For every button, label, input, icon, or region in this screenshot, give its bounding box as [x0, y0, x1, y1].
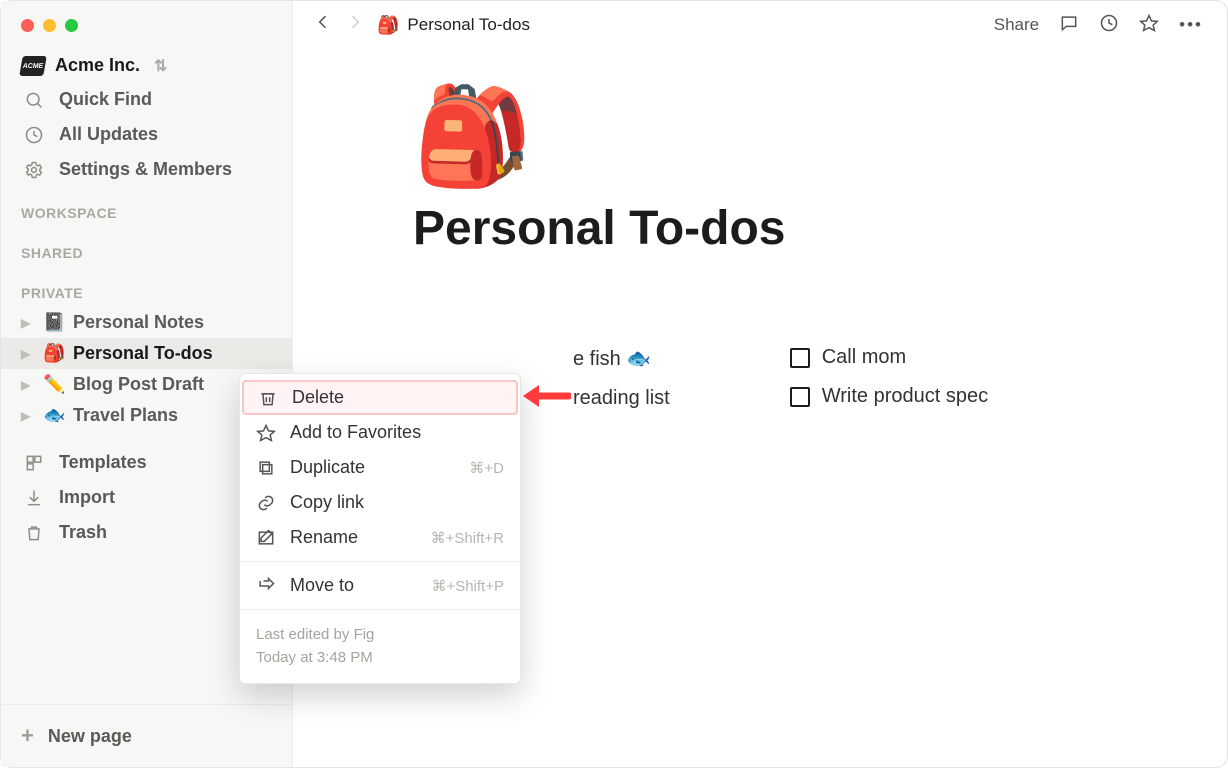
- breadcrumb-title: Personal To-dos: [407, 15, 530, 35]
- sidebar-all-updates-label: All Updates: [59, 124, 158, 145]
- menu-item-favorite[interactable]: Add to Favorites: [240, 415, 520, 450]
- chevron-updown-icon: ⇅: [154, 56, 167, 76]
- menu-item-duplicate[interactable]: Duplicate ⌘+D: [240, 450, 520, 485]
- chevron-right-icon[interactable]: ▶: [21, 347, 35, 361]
- menu-item-label: Copy link: [290, 492, 364, 513]
- move-icon: [256, 576, 276, 596]
- sidebar-page-personal-notes[interactable]: ▶ 📓 Personal Notes: [1, 307, 292, 338]
- todo-item[interactable]: Write product spec: [790, 385, 988, 408]
- chevron-right-icon[interactable]: ▶: [21, 409, 35, 423]
- chevron-right-icon[interactable]: ▶: [21, 316, 35, 330]
- sidebar-import-label: Import: [59, 487, 115, 508]
- breadcrumb[interactable]: 🎒 Personal To-dos: [377, 15, 530, 36]
- todo-item[interactable]: Call mom: [790, 346, 988, 369]
- sidebar-page-label: Blog Post Draft: [73, 374, 204, 395]
- todo-label: reading list: [573, 387, 670, 410]
- comments-icon[interactable]: [1055, 9, 1083, 42]
- close-window-icon[interactable]: [21, 19, 34, 32]
- clock-icon: [23, 125, 45, 145]
- todo-label: e fish 🐟: [573, 346, 651, 371]
- menu-item-delete[interactable]: Delete: [242, 380, 518, 415]
- workspace-logo-icon: ACME: [19, 56, 47, 76]
- sidebar-page-label: Personal Notes: [73, 312, 204, 333]
- star-icon: [256, 423, 276, 443]
- sidebar-page-label: Travel Plans: [73, 405, 178, 426]
- checkbox[interactable]: [790, 387, 810, 407]
- new-page-label: New page: [48, 726, 132, 747]
- backpack-icon: 🎒: [377, 15, 399, 36]
- menu-item-shortcut: ⌘+D: [469, 459, 504, 477]
- new-page-button[interactable]: + New page: [1, 704, 292, 767]
- menu-item-shortcut: ⌘+Shift+P: [431, 577, 504, 595]
- sidebar-quick-find-label: Quick Find: [59, 89, 152, 110]
- trash-icon: [23, 523, 45, 543]
- backpack-icon: 🎒: [43, 343, 65, 364]
- todo-item[interactable]: e fish 🐟: [573, 346, 670, 371]
- menu-item-label: Duplicate: [290, 457, 365, 478]
- menu-meta-editor: Last edited by Fig: [256, 624, 504, 647]
- more-icon[interactable]: •••: [1175, 11, 1207, 39]
- annotation-arrow-icon: [521, 381, 571, 411]
- trash-icon: [258, 388, 278, 408]
- sidebar-section-shared[interactable]: SHARED: [1, 227, 292, 267]
- sidebar-settings[interactable]: Settings & Members: [1, 152, 292, 187]
- menu-item-label: Add to Favorites: [290, 422, 421, 443]
- fish-icon: 🐟: [43, 405, 65, 426]
- window-controls: [1, 1, 292, 49]
- share-button[interactable]: Share: [990, 11, 1043, 39]
- menu-item-move-to[interactable]: Move to ⌘+Shift+P: [240, 568, 520, 603]
- favorite-icon[interactable]: [1135, 9, 1163, 42]
- back-button[interactable]: [313, 12, 333, 38]
- page-title[interactable]: Personal To-dos: [413, 201, 1147, 256]
- pencil-icon: ✏️: [43, 374, 65, 395]
- menu-item-shortcut: ⌘+Shift+R: [431, 529, 504, 547]
- sidebar-page-label: Personal To-dos: [73, 343, 213, 364]
- notebook-icon: 📓: [43, 312, 65, 333]
- todo-label: Call mom: [822, 346, 906, 369]
- todo-column-left: e fish 🐟 reading list: [573, 346, 670, 410]
- gear-icon: [23, 160, 45, 180]
- menu-separator: [240, 561, 520, 562]
- menu-item-label: Move to: [290, 575, 354, 596]
- link-icon: [256, 493, 276, 513]
- menu-separator: [240, 609, 520, 610]
- checkbox[interactable]: [790, 348, 810, 368]
- download-icon: [23, 488, 45, 508]
- templates-icon: [23, 453, 45, 473]
- todo-item[interactable]: reading list: [573, 387, 670, 410]
- sidebar-templates-label: Templates: [59, 452, 147, 473]
- topbar: 🎒 Personal To-dos Share •••: [293, 1, 1227, 49]
- page-emoji[interactable]: 🎒: [413, 89, 1147, 185]
- rename-icon: [256, 528, 276, 548]
- todo-column-right: Call mom Write product spec: [790, 346, 988, 410]
- menu-meta-time: Today at 3:48 PM: [256, 647, 504, 670]
- menu-item-label: Delete: [292, 387, 344, 408]
- sidebar-settings-label: Settings & Members: [59, 159, 232, 180]
- sidebar-page-personal-todos[interactable]: ▶ 🎒 Personal To-dos: [1, 338, 292, 369]
- sidebar-section-private[interactable]: PRIVATE: [1, 267, 292, 307]
- chevron-right-icon[interactable]: ▶: [21, 378, 35, 392]
- minimize-window-icon[interactable]: [43, 19, 56, 32]
- duplicate-icon: [256, 458, 276, 478]
- forward-button[interactable]: [345, 12, 365, 38]
- menu-item-label: Rename: [290, 527, 358, 548]
- menu-meta: Last edited by Fig Today at 3:48 PM: [240, 616, 520, 679]
- maximize-window-icon[interactable]: [65, 19, 78, 32]
- menu-item-rename[interactable]: Rename ⌘+Shift+R: [240, 520, 520, 555]
- page-context-menu: Delete Add to Favorites Duplicate ⌘+D Co…: [239, 373, 521, 684]
- updates-icon[interactable]: [1095, 9, 1123, 42]
- sidebar-trash-label: Trash: [59, 522, 107, 543]
- workspace-name: Acme Inc.: [55, 55, 140, 76]
- workspace-switcher[interactable]: ACME Acme Inc. ⇅: [1, 49, 292, 82]
- menu-item-copy-link[interactable]: Copy link: [240, 485, 520, 520]
- search-icon: [23, 90, 45, 110]
- plus-icon: +: [21, 723, 34, 749]
- sidebar-section-workspace[interactable]: WORKSPACE: [1, 187, 292, 227]
- sidebar-all-updates[interactable]: All Updates: [1, 117, 292, 152]
- sidebar-quick-find[interactable]: Quick Find: [1, 82, 292, 117]
- todo-label: Write product spec: [822, 385, 988, 408]
